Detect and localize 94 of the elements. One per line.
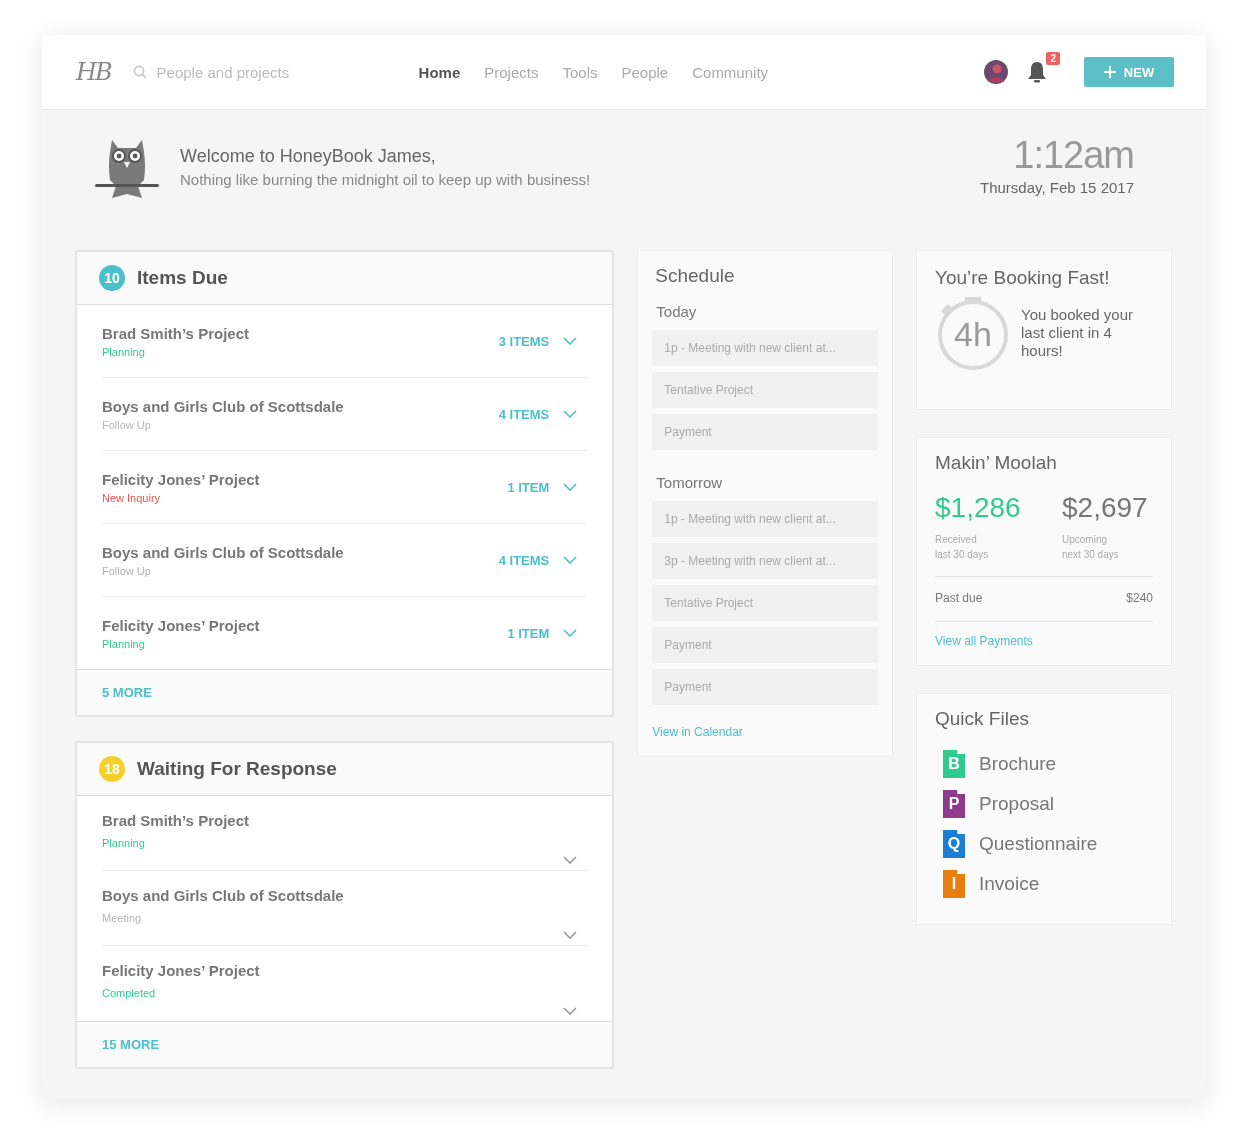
project-row[interactable]: Boys and Girls Club of Scottsdale Meeting — [102, 871, 588, 946]
project-name: Boys and Girls Club of Scottsdale — [102, 886, 345, 904]
schedule-event[interactable]: Payment — [652, 414, 878, 450]
file-link[interactable]: Questionnaire — [979, 833, 1098, 855]
nav-tab[interactable]: Home — [418, 63, 461, 81]
stopwatch: 4h — [935, 295, 1011, 371]
project-status: Completed — [102, 987, 157, 999]
project-status: Follow Up — [102, 418, 152, 431]
calendar-link[interactable]: View in Calendar — [652, 725, 743, 739]
project-name: Felicity Jones’ Project — [102, 470, 261, 488]
count-badge: 10 — [99, 265, 125, 291]
project-name: Boys and Girls Club of Scottsdale — [102, 397, 345, 415]
item-count[interactable]: 4 ITEMS — [498, 552, 550, 568]
amount: $1,286 — [935, 492, 1022, 524]
file-link[interactable]: Proposal — [979, 793, 1054, 815]
file-link[interactable]: Brochure — [979, 753, 1057, 775]
file-link[interactable]: Invoice — [979, 873, 1040, 895]
chevron-icon[interactable] — [563, 931, 578, 939]
payments-link[interactable]: View all Payments — [935, 634, 1033, 648]
schedule-event[interactable]: 1p - Meeting with new client at... — [652, 330, 878, 366]
day-label: Tomorrow — [656, 474, 724, 491]
schedule-event[interactable]: Tentative Project — [652, 372, 878, 408]
project-row[interactable]: Felicity Jones’ Project Planning 1 ITEM — [102, 597, 588, 669]
chevron-icon[interactable] — [563, 337, 578, 345]
card-title: Quick Files — [935, 708, 1030, 730]
welcome-title: Welcome to HoneyBook James, — [180, 146, 437, 167]
card-title: Schedule — [655, 265, 736, 287]
project-name: Boys and Girls Club of Scottsdale — [102, 543, 345, 561]
project-status: Planning — [102, 345, 146, 358]
card-title: Makin’ Moolah — [935, 452, 1058, 474]
avatar[interactable] — [984, 60, 1008, 84]
project-row[interactable]: Boys and Girls Club of Scottsdale Follow Up 4 ITEMS — [102, 378, 588, 451]
item-count[interactable]: 1 ITEM — [507, 479, 550, 495]
card-title: Items Due — [137, 267, 228, 289]
item-count[interactable]: 1 ITEM — [507, 625, 550, 641]
file-icon[interactable]: Q — [943, 830, 965, 858]
card-title: Waiting For Response — [137, 758, 337, 780]
chevron-icon[interactable] — [563, 856, 578, 864]
chevron-icon[interactable] — [563, 483, 578, 491]
project-name: Brad Smith’s Project — [102, 811, 250, 829]
nav-tab[interactable]: People — [621, 63, 669, 81]
clock-time: 1:12am — [1012, 134, 1134, 177]
schedule-event[interactable]: Tentative Project — [652, 585, 878, 621]
project-status: Planning — [102, 836, 146, 849]
item-count[interactable]: 4 ITEMS — [498, 406, 550, 422]
chevron-icon[interactable] — [563, 556, 578, 564]
new-button[interactable]: NEW — [1084, 57, 1174, 87]
project-status: Follow Up — [102, 564, 152, 577]
search-field[interactable]: People and projects — [132, 62, 373, 82]
amount: $2,697 — [1062, 492, 1149, 524]
file-icon[interactable]: P — [943, 790, 965, 818]
schedule-event[interactable]: Payment — [652, 627, 878, 663]
past-due-amount: $240 — [1126, 591, 1153, 605]
nav-tab[interactable]: Community — [692, 63, 769, 81]
project-status: Meeting — [102, 911, 143, 924]
booking-message: You booked your last client in 4 hours! — [1021, 306, 1135, 360]
file-icon[interactable]: I — [943, 870, 965, 898]
project-name: Brad Smith’s Project — [102, 324, 250, 342]
welcome-message: Nothing like burning the midnight oil to keep up with business! — [180, 171, 591, 188]
nav-tab[interactable]: Projects — [484, 63, 539, 81]
search-icon — [132, 65, 147, 79]
logo[interactable]: HB — [76, 58, 111, 86]
bell-icon[interactable] — [1026, 60, 1048, 84]
day-label: Today — [656, 303, 698, 320]
notification-badge: 2 — [1046, 52, 1060, 65]
schedule-event[interactable]: 3p - Meeting with new client at... — [652, 543, 878, 579]
clock-date: Thursday, Feb 15 2017 — [980, 179, 1134, 196]
amount-label: Received — [935, 533, 978, 547]
more-link[interactable]: 5 MORE — [102, 685, 152, 700]
chevron-icon[interactable] — [563, 629, 578, 637]
amount-label: Upcoming — [1062, 533, 1109, 547]
project-row[interactable]: Brad Smith’s Project Planning — [102, 796, 588, 871]
project-name: Felicity Jones’ Project — [102, 616, 261, 634]
project-status: Planning — [102, 637, 146, 650]
more-link[interactable]: 15 MORE — [102, 1037, 160, 1052]
project-row[interactable]: Felicity Jones’ Project Completed — [102, 946, 588, 1021]
nav-tab[interactable]: Tools — [562, 63, 598, 81]
project-row[interactable]: Felicity Jones’ Project New Inquiry 1 ITEM — [102, 451, 588, 524]
item-count[interactable]: 3 ITEMS — [498, 333, 550, 349]
project-name: Felicity Jones’ Project — [102, 962, 261, 979]
amount-period: next 30 days — [1062, 548, 1120, 562]
count-badge: 18 — [99, 756, 125, 782]
project-status: New Inquiry — [102, 491, 162, 504]
plus-icon — [1103, 66, 1116, 78]
schedule-event[interactable]: 1p - Meeting with new client at... — [652, 501, 878, 537]
card-title: You’re Booking Fast! — [935, 267, 1111, 289]
past-due-label: Past due — [935, 591, 983, 605]
project-row[interactable]: Boys and Girls Club of Scottsdale Follow Up 4 ITEMS — [102, 524, 588, 597]
schedule-event[interactable]: Payment — [652, 669, 878, 705]
chevron-icon[interactable] — [563, 1007, 578, 1015]
file-icon[interactable]: B — [943, 750, 965, 778]
project-row[interactable]: Brad Smith’s Project Planning 3 ITEMS — [102, 305, 588, 378]
chevron-icon[interactable] — [563, 410, 578, 418]
amount-period: last 30 days — [935, 548, 990, 562]
